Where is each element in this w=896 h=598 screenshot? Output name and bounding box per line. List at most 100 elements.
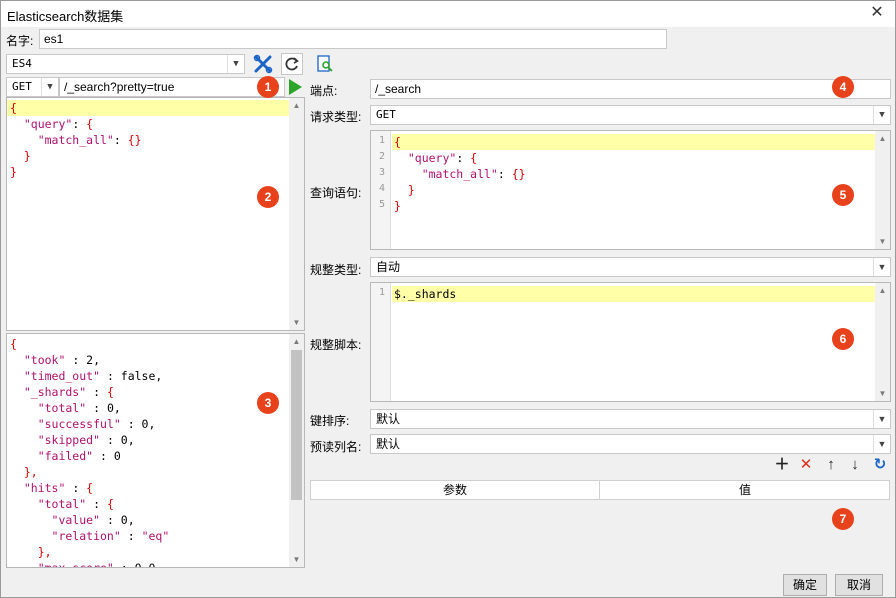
run-icon[interactable] (286, 78, 304, 96)
code-line: }, (10, 464, 169, 480)
cancel-button[interactable]: 取消 (835, 574, 883, 596)
code-token: "_shards" (10, 385, 87, 399)
endpoint-input[interactable]: /_search (370, 79, 891, 99)
query-scrollbar[interactable]: ▲ ▼ (875, 131, 890, 249)
code-token: { (106, 497, 114, 511)
move-up-icon[interactable]: ↑ (822, 456, 840, 474)
code-token: { (10, 337, 17, 351)
code-line: } (394, 198, 526, 214)
method-select[interactable]: GET ▼ (6, 77, 59, 97)
request-type-select[interactable]: GET ▼ (370, 105, 891, 125)
close-icon[interactable]: ✕ (865, 3, 889, 23)
code-line: "total" : 0, (10, 400, 169, 416)
refresh-icon[interactable] (281, 53, 303, 75)
normalize-type-select[interactable]: 自动 ▼ (370, 257, 891, 277)
code-token: : (86, 497, 107, 511)
preread-label: 预读列名: (310, 440, 362, 454)
ok-button[interactable]: 确定 (783, 574, 827, 596)
delete-icon[interactable]: ✕ (797, 456, 815, 474)
code-token: "total" (10, 497, 87, 511)
query-editor[interactable]: 1 2 3 4 5 { "query": { "match_all": {} }} ▲ … (370, 130, 891, 250)
refresh-icon[interactable]: ↻ (871, 456, 889, 474)
code-token: "value" (10, 513, 101, 527)
left-query-code: { "query": { "match_all": {} }} (10, 100, 142, 180)
key-sort-select[interactable]: 默认 ▼ (370, 409, 891, 429)
code-line: }, (10, 544, 169, 560)
scroll-up-icon[interactable]: ▲ (289, 334, 304, 349)
url-input[interactable]: /_search?pretty=true (59, 77, 285, 97)
preread-select[interactable]: 默认 ▼ (370, 434, 891, 454)
code-token: "max_score" (10, 561, 114, 568)
scroll-down-icon[interactable]: ▼ (289, 552, 304, 567)
left-query-editor[interactable]: { "query": { "match_all": {} }} ▲ ▼ (6, 97, 305, 331)
scroll-down-icon[interactable]: ▼ (875, 386, 890, 401)
callout-badge-5: 5 (832, 184, 854, 206)
add-icon[interactable]: ＋ (773, 456, 791, 474)
code-line: } (394, 182, 526, 198)
key-sort-value: 默认 (376, 412, 401, 426)
scroll-up-icon[interactable]: ▲ (875, 283, 890, 298)
code-line: "relation" : "eq" (10, 528, 170, 544)
code-token: : 0, (100, 513, 135, 527)
code-token: "match_all" (394, 167, 498, 181)
code-token: "match_all" (10, 133, 114, 147)
code-line: "took" : 2, (10, 352, 169, 368)
response-code: { "took" : 2, "timed_out" : false, "_sha… (10, 336, 170, 568)
chevron-down-icon: ▼ (873, 435, 890, 453)
code-line: { (394, 134, 526, 150)
code-line: "query": { (394, 150, 526, 166)
code-line: "timed_out" : false, (10, 368, 169, 384)
connection-value: ES4 (12, 57, 32, 70)
code-line: "successful" : 0, (10, 416, 169, 432)
code-token: { (470, 151, 478, 165)
code-line: "skipped" : 0, (10, 432, 169, 448)
column-param[interactable]: 参数 (311, 481, 600, 499)
column-value[interactable]: 值 (601, 481, 889, 499)
code-token: { (86, 117, 94, 131)
left-editor-scrollbar[interactable]: ▲ ▼ (289, 98, 304, 330)
code-line: "match_all": {} (394, 166, 526, 182)
callout-badge-7: 7 (832, 508, 854, 530)
code-token: : (113, 133, 128, 147)
scroll-down-icon[interactable]: ▼ (875, 234, 890, 249)
code-token: : 0, (100, 433, 135, 447)
normalize-scrollbar[interactable]: ▲ ▼ (875, 283, 890, 401)
code-line: } (10, 164, 142, 180)
code-token: $._shards (394, 287, 457, 301)
chevron-down-icon: ▼ (41, 78, 58, 96)
code-token: { (394, 135, 401, 149)
params-table-body[interactable] (310, 500, 890, 568)
chevron-down-icon: ▼ (227, 55, 244, 73)
name-input[interactable]: es1 (39, 29, 667, 49)
code-token: "took" (10, 353, 66, 367)
tools-icon[interactable] (252, 53, 274, 75)
preview-icon[interactable] (315, 54, 335, 74)
move-down-icon[interactable]: ↓ (846, 456, 864, 474)
normalize-gutter: 1 (371, 283, 391, 401)
code-token: : (120, 529, 142, 543)
response-pane[interactable]: { "took" : 2, "timed_out" : false, "_sha… (6, 333, 305, 568)
callout-badge-6: 6 (832, 328, 854, 350)
code-token: : (65, 481, 87, 495)
scroll-down-icon[interactable]: ▼ (289, 315, 304, 330)
response-scrollbar[interactable]: ▲ ▼ (289, 334, 304, 567)
code-line: "_shards" : { (10, 384, 169, 400)
code-line: "total" : { (10, 496, 169, 512)
callout-badge-1: 1 (257, 76, 279, 98)
code-line: "failed" : 0 (10, 448, 169, 464)
code-token: "eq" (141, 529, 170, 543)
scroll-up-icon[interactable]: ▲ (289, 98, 304, 113)
code-token: "query" (10, 117, 73, 131)
code-line: } (10, 148, 142, 164)
line-number: 1 (378, 135, 385, 146)
scroll-up-icon[interactable]: ▲ (875, 131, 890, 146)
normalize-script-editor[interactable]: 1 $._shards ▲ ▼ (370, 282, 891, 402)
request-type-label: 请求类型: (310, 110, 362, 124)
code-token: { (10, 101, 17, 115)
code-line: "query": { (10, 116, 142, 132)
scroll-thumb[interactable] (291, 350, 302, 500)
code-token: } (10, 149, 31, 163)
code-token: } (394, 183, 415, 197)
connection-select[interactable]: ES4 ▼ (6, 54, 245, 74)
normalize-script-label: 规整脚本: (310, 338, 362, 352)
